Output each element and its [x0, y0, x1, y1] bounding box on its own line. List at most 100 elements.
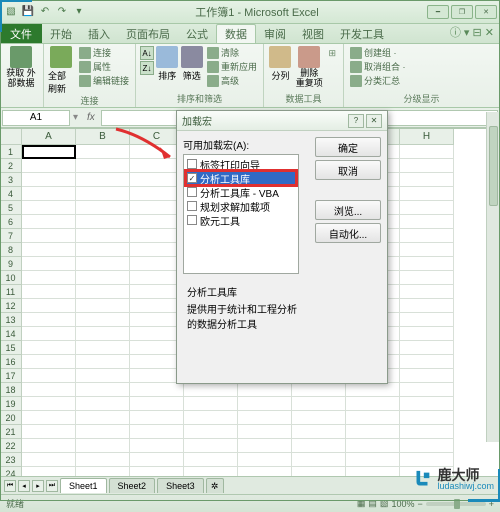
cell[interactable]	[346, 411, 400, 425]
cell[interactable]	[184, 411, 238, 425]
cell[interactable]	[292, 383, 346, 397]
cell[interactable]	[346, 383, 400, 397]
fx-icon[interactable]: fx	[81, 112, 101, 123]
cell[interactable]	[400, 243, 454, 257]
cell[interactable]	[22, 229, 76, 243]
tab-formula[interactable]: 公式	[178, 24, 216, 43]
cell[interactable]	[238, 453, 292, 467]
addin-item[interactable]: 欧元工具	[186, 213, 296, 227]
zoom-thumb[interactable]	[454, 499, 460, 509]
view-layout-icon[interactable]: ▤	[368, 498, 377, 509]
checkbox[interactable]	[187, 187, 197, 197]
cell[interactable]	[238, 425, 292, 439]
sheet-nav-last[interactable]: ⏭	[46, 480, 58, 492]
cell[interactable]	[76, 229, 130, 243]
tab-file[interactable]: 文件	[0, 24, 42, 43]
dialog-help-button[interactable]: ?	[348, 114, 364, 128]
cell[interactable]	[76, 187, 130, 201]
column-header[interactable]: B	[76, 129, 130, 145]
minimize-button[interactable]: ━	[427, 5, 449, 19]
cell[interactable]	[22, 243, 76, 257]
zoom-level[interactable]: 100%	[391, 499, 414, 509]
cell[interactable]	[346, 439, 400, 453]
cell[interactable]	[76, 173, 130, 187]
row-header[interactable]: 15	[0, 341, 22, 355]
cell[interactable]	[238, 397, 292, 411]
row-header[interactable]: 4	[0, 187, 22, 201]
row-header[interactable]: 2	[0, 159, 22, 173]
cell[interactable]	[76, 411, 130, 425]
row-header[interactable]: 13	[0, 313, 22, 327]
zoom-slider[interactable]	[426, 502, 486, 506]
cell[interactable]	[76, 159, 130, 173]
cell[interactable]	[184, 425, 238, 439]
tab-view[interactable]: 视图	[294, 24, 332, 43]
cell[interactable]	[400, 215, 454, 229]
cell[interactable]	[22, 383, 76, 397]
dialog-close-button[interactable]: ✕	[366, 114, 382, 128]
row-header[interactable]: 8	[0, 243, 22, 257]
data-validation-icon[interactable]: ⊞	[326, 46, 339, 60]
properties-button[interactable]: 属性	[77, 60, 131, 73]
remove-duplicates-button[interactable]: 删除 重复项	[295, 46, 324, 89]
restore-button[interactable]: ❐	[451, 5, 473, 19]
cell[interactable]	[22, 299, 76, 313]
group-button[interactable]: 创建组 ·	[348, 46, 408, 59]
cell[interactable]	[76, 355, 130, 369]
tab-data[interactable]: 数据	[216, 24, 256, 43]
cell[interactable]	[400, 369, 454, 383]
cell[interactable]	[400, 145, 454, 159]
cell[interactable]	[400, 411, 454, 425]
filter-button[interactable]: 筛选	[180, 46, 202, 82]
cell[interactable]	[400, 425, 454, 439]
cell[interactable]	[76, 313, 130, 327]
cell[interactable]	[22, 215, 76, 229]
addin-item[interactable]: 规划求解加载项	[186, 199, 296, 213]
close-button[interactable]: ✕	[475, 5, 497, 19]
cell[interactable]	[22, 327, 76, 341]
cell[interactable]	[130, 397, 184, 411]
row-header[interactable]: 14	[0, 327, 22, 341]
connections-button[interactable]: 连接	[77, 46, 131, 59]
cell[interactable]	[400, 159, 454, 173]
row-header[interactable]: 3	[0, 173, 22, 187]
subtotal-button[interactable]: 分类汇总	[348, 74, 408, 87]
cell[interactable]	[400, 327, 454, 341]
sheet-nav-first[interactable]: ⏮	[4, 480, 16, 492]
zoom-in-button[interactable]: +	[489, 499, 494, 509]
cell[interactable]	[130, 453, 184, 467]
row-header[interactable]: 21	[0, 425, 22, 439]
cell[interactable]	[238, 467, 292, 476]
cell[interactable]	[292, 453, 346, 467]
sheet-nav-prev[interactable]: ◂	[18, 480, 30, 492]
cell[interactable]	[76, 257, 130, 271]
row-header[interactable]: 18	[0, 383, 22, 397]
cell[interactable]	[130, 439, 184, 453]
cell[interactable]	[76, 215, 130, 229]
save-icon[interactable]: 💾	[21, 5, 35, 19]
cell[interactable]	[76, 145, 130, 159]
cell[interactable]	[22, 467, 76, 476]
addins-listbox[interactable]: 标签打印向导✓分析工具库分析工具库 - VBA规划求解加载项欧元工具	[183, 154, 299, 274]
cell[interactable]	[76, 327, 130, 341]
reapply-button[interactable]: 重新应用	[205, 60, 259, 73]
checkbox[interactable]	[187, 201, 197, 211]
row-header[interactable]: 23	[0, 453, 22, 467]
checkbox[interactable]	[187, 215, 197, 225]
advanced-button[interactable]: 高级	[205, 74, 259, 87]
namebox-dropdown-icon[interactable]: ▾	[70, 112, 81, 123]
row-header[interactable]: 24	[0, 467, 22, 476]
cell[interactable]	[400, 453, 454, 467]
refresh-all-button[interactable]: 全部刷新	[48, 46, 75, 95]
view-pagebreak-icon[interactable]: ▧	[380, 498, 389, 509]
undo-icon[interactable]: ↶	[38, 5, 52, 19]
cell[interactable]	[400, 173, 454, 187]
cell[interactable]	[22, 187, 76, 201]
cell[interactable]	[238, 411, 292, 425]
cell[interactable]	[22, 411, 76, 425]
cell[interactable]	[292, 411, 346, 425]
sheet-nav-next[interactable]: ▸	[32, 480, 44, 492]
cell[interactable]	[22, 159, 76, 173]
cell[interactable]	[76, 439, 130, 453]
row-header[interactable]: 11	[0, 285, 22, 299]
